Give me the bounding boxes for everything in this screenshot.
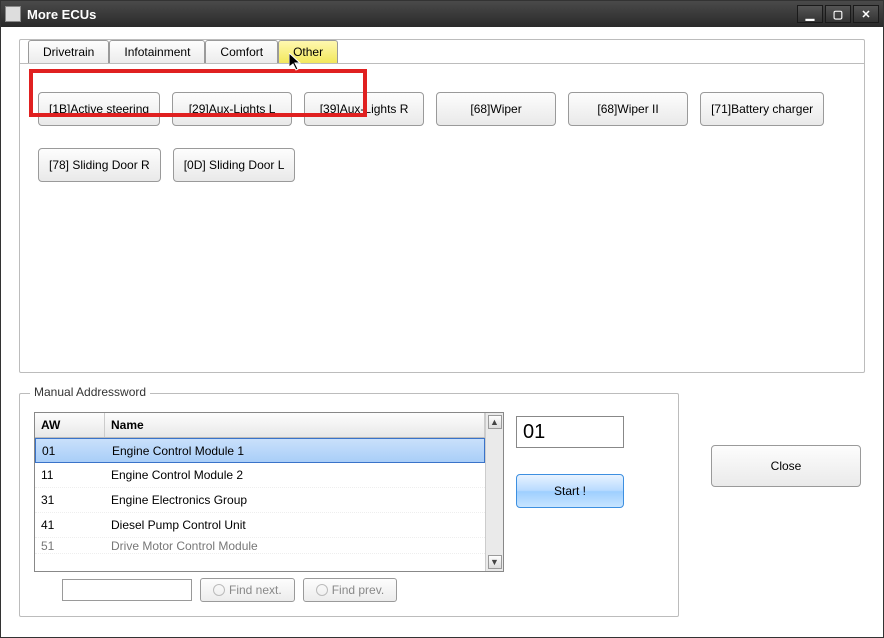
ecu-button[interactable]: [1B]Active steering xyxy=(38,92,160,126)
table-header: AW Name xyxy=(35,413,485,438)
ecu-button[interactable]: [78] Sliding Door R xyxy=(38,148,161,182)
ecu-button[interactable]: [29]Aux-Lights L xyxy=(172,92,292,126)
window-title: More ECUs xyxy=(27,7,96,22)
right-column: Start ! xyxy=(516,412,624,602)
manual-addressword-fieldset: Manual Addressword AW Name 01 xyxy=(19,393,679,617)
find-row: Find next. Find prev. xyxy=(34,578,504,602)
table-scrollbar[interactable]: ▲ ▼ xyxy=(485,413,503,571)
tab-comfort[interactable]: Comfort xyxy=(205,40,278,63)
tabs-row: Drivetrain Infotainment Comfort Other xyxy=(28,40,872,63)
tabs-panel: Drivetrain Infotainment Comfort Other [1… xyxy=(19,39,865,373)
scroll-down-icon[interactable]: ▼ xyxy=(488,555,502,569)
tab-infotainment[interactable]: Infotainment xyxy=(109,40,205,63)
find-prev-button[interactable]: Find prev. xyxy=(303,578,397,602)
aw-input[interactable] xyxy=(516,416,624,448)
titlebar: More ECUs ▁ ▢ ✕ xyxy=(1,1,883,27)
tab-label: Infotainment xyxy=(124,45,190,59)
ecu-row-1: [1B]Active steering [29]Aux-Lights L [39… xyxy=(38,92,846,126)
scroll-up-icon[interactable]: ▲ xyxy=(488,415,502,429)
find-next-icon xyxy=(213,584,225,596)
tab-body: [1B]Active steering [29]Aux-Lights L [39… xyxy=(20,63,864,372)
table-row[interactable]: 51 Drive Motor Control Module xyxy=(35,538,485,554)
close-window-button[interactable]: ✕ xyxy=(853,5,879,23)
table-row[interactable]: 11 Engine Control Module 2 xyxy=(35,463,485,488)
aw-table: AW Name 01 Engine Control Module 1 11 xyxy=(34,412,504,572)
table-body: 01 Engine Control Module 1 11 Engine Con… xyxy=(35,438,485,571)
table-row[interactable]: 01 Engine Control Module 1 xyxy=(35,438,485,463)
maximize-button[interactable]: ▢ xyxy=(825,5,851,23)
col-name[interactable]: Name xyxy=(105,413,485,437)
app-icon xyxy=(5,6,21,22)
start-button[interactable]: Start ! xyxy=(516,474,624,508)
ecu-button[interactable]: [71]Battery charger xyxy=(700,92,824,126)
ecu-button[interactable]: [39]Aux-Lights R xyxy=(304,92,424,126)
find-next-button[interactable]: Find next. xyxy=(200,578,295,602)
close-button[interactable]: Close xyxy=(711,445,861,487)
app-window: More ECUs ▁ ▢ ✕ Drivetrain Infotainment … xyxy=(0,0,884,638)
ecu-row-2: [78] Sliding Door R [0D] Sliding Door L xyxy=(38,148,846,182)
tab-label: Other xyxy=(293,45,323,59)
minimize-button[interactable]: ▁ xyxy=(797,5,823,23)
col-aw[interactable]: AW xyxy=(35,413,105,437)
find-input[interactable] xyxy=(62,579,192,601)
ecu-button[interactable]: [0D] Sliding Door L xyxy=(173,148,296,182)
fieldset-legend: Manual Addressword xyxy=(30,385,150,399)
tab-other[interactable]: Other xyxy=(278,40,338,63)
tab-label: Drivetrain xyxy=(43,45,94,59)
tab-label: Comfort xyxy=(220,45,263,59)
table-row[interactable]: 31 Engine Electronics Group xyxy=(35,488,485,513)
find-prev-icon xyxy=(316,584,328,596)
ecu-button[interactable]: [68]Wiper II xyxy=(568,92,688,126)
tab-drivetrain[interactable]: Drivetrain xyxy=(28,40,109,63)
content-area: Drivetrain Infotainment Comfort Other [1… xyxy=(1,27,883,637)
ecu-button[interactable]: [68]Wiper xyxy=(436,92,556,126)
table-row[interactable]: 41 Diesel Pump Control Unit xyxy=(35,513,485,538)
